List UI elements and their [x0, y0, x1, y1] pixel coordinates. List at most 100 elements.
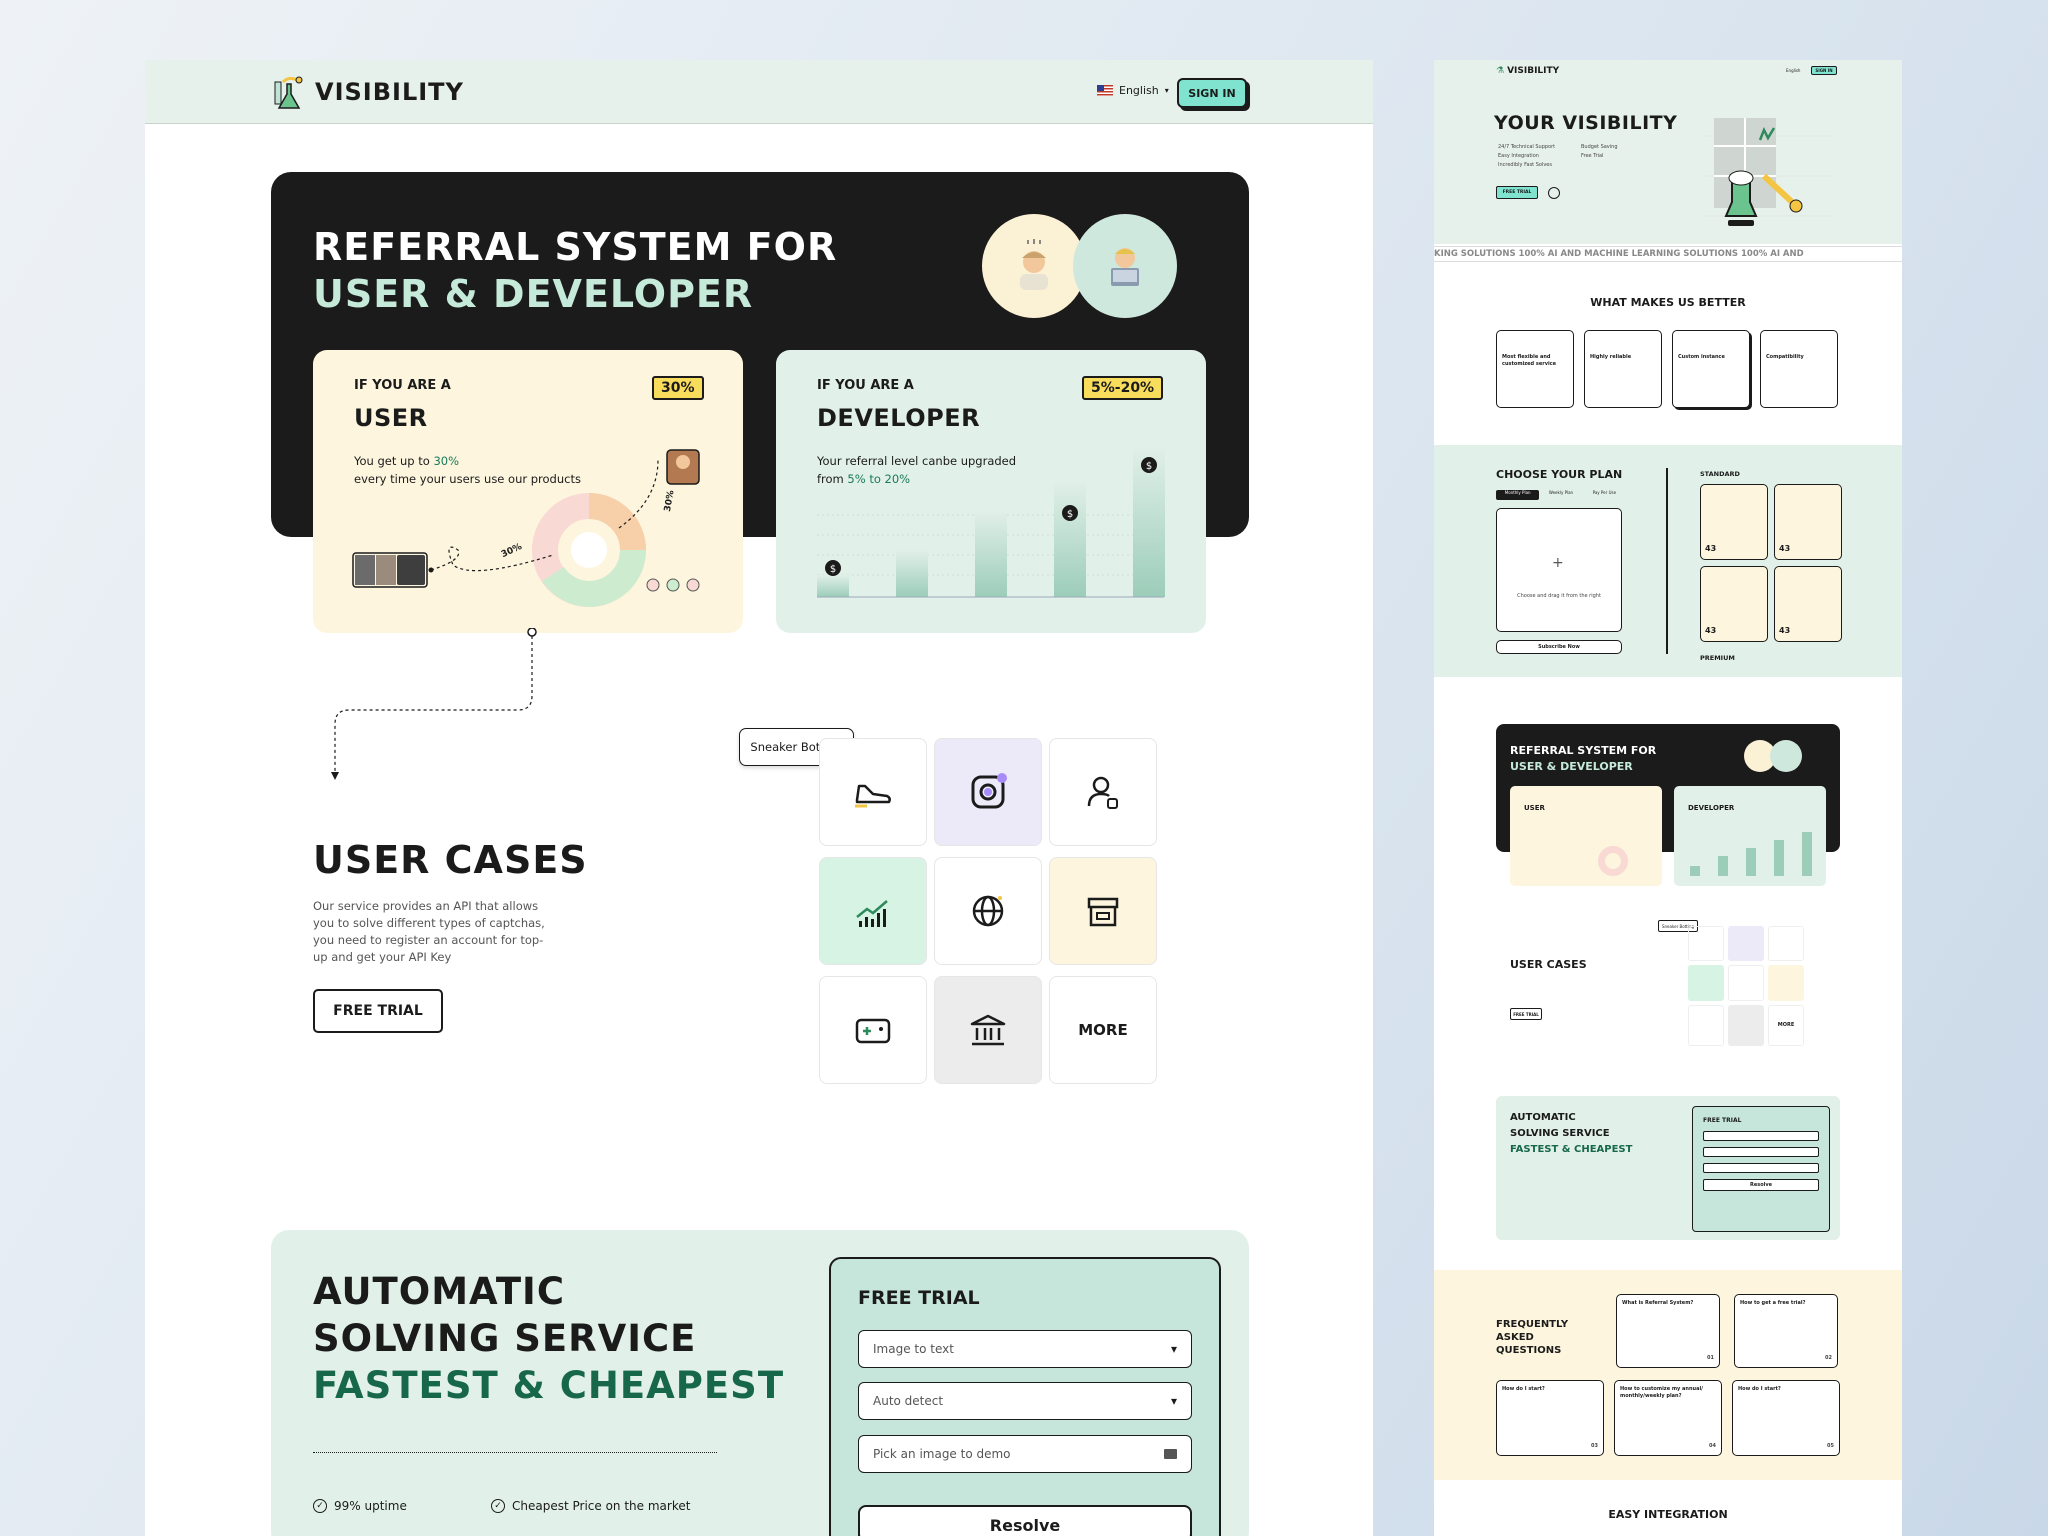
- discord-icon[interactable]: [1548, 187, 1560, 199]
- subscribe-button[interactable]: Subscribe Now: [1496, 640, 1622, 654]
- developer-level-chart: $ $ $: [817, 445, 1165, 598]
- overview-trial-form: FREE TRIAL Resolve: [1692, 1106, 1830, 1232]
- flask-logo-icon: [273, 74, 305, 110]
- mode-select-value: Image to text: [873, 1342, 954, 1356]
- feature-uptime-label: 99% uptime: [334, 1499, 407, 1513]
- faq-card[interactable]: How do I start? 03: [1496, 1380, 1604, 1456]
- free-trial-button[interactable]: FREE TRIAL: [313, 989, 443, 1033]
- brand-logo[interactable]: VISIBILITY: [273, 74, 464, 110]
- overview-resolve-button[interactable]: Resolve: [1703, 1179, 1819, 1191]
- overview-dev-chart: [1690, 832, 1812, 876]
- tile-bank[interactable]: [934, 976, 1042, 1084]
- main-landing-page: VISIBILITY English ▾ SIGN IN REFERRAL SY…: [145, 60, 1373, 1536]
- image-upload-field[interactable]: Pick an image to demo: [858, 1435, 1192, 1473]
- sneaker-icon: [855, 784, 891, 808]
- plan-tab-monthly[interactable]: Monthly Plan: [1496, 490, 1540, 500]
- chart-growth-icon[interactable]: [1688, 965, 1724, 1001]
- overview-marquee: KING SOLUTIONS 100% AI AND MACHINE LEARN…: [1434, 246, 1902, 262]
- instagram-icon: [971, 773, 1007, 809]
- check-circle-icon: ✓: [491, 1499, 505, 1513]
- plan-scrollbar[interactable]: [1666, 468, 1668, 654]
- language-detect-select[interactable]: Auto detect ▾: [858, 1382, 1192, 1420]
- tile-analytics[interactable]: [819, 857, 927, 965]
- better-card: Highly reliable: [1584, 330, 1662, 408]
- overview-brand: ⚗ VISIBILITY: [1496, 66, 1559, 76]
- bank-icon[interactable]: [1728, 1004, 1764, 1046]
- sneaker-icon[interactable]: [1688, 926, 1724, 962]
- plan-price: 43: [1779, 626, 1791, 635]
- better-card-title: Highly reliable: [1590, 354, 1632, 360]
- overview-signin-button[interactable]: SIGN IN: [1811, 66, 1837, 75]
- overview-user-card: USER: [1510, 786, 1662, 886]
- plan-title: CHOOSE YOUR PLAN: [1496, 468, 1623, 481]
- language-selector[interactable]: English ▾: [1097, 84, 1169, 97]
- user-cases-description: Our service provides an API that allows …: [313, 899, 545, 964]
- tile-gaming[interactable]: [819, 976, 927, 1084]
- user-avatar-icon: [982, 214, 1086, 318]
- overview-trial-select[interactable]: [1703, 1147, 1819, 1157]
- tile-more[interactable]: MORE: [1049, 976, 1157, 1084]
- overview-auto-title1: AUTOMATIC: [1510, 1112, 1576, 1123]
- chart-growth-icon: [856, 900, 888, 927]
- plan-tab-weekly[interactable]: Weekly Plan: [1539, 490, 1582, 500]
- resolve-button[interactable]: Resolve: [858, 1505, 1192, 1536]
- faq-card[interactable]: How to customize my annual/ monthly/week…: [1614, 1380, 1722, 1456]
- user-account-icon[interactable]: [1768, 926, 1804, 962]
- better-card-title: Compatibility: [1766, 354, 1804, 360]
- plan-tab-payperuse[interactable]: Pay Per Use: [1583, 490, 1626, 500]
- plan-price: 43: [1705, 544, 1717, 553]
- chevron-down-icon: ▾: [1170, 1342, 1177, 1356]
- check-circle-icon: ✓: [313, 1499, 327, 1513]
- tile-instagram[interactable]: [934, 738, 1042, 846]
- instagram-icon[interactable]: [1728, 926, 1764, 962]
- plus-icon: +: [1552, 555, 1564, 571]
- gamepad-icon[interactable]: [1688, 1004, 1724, 1046]
- donut-chart: [532, 493, 646, 608]
- overview-trial-upload[interactable]: [1703, 1163, 1819, 1173]
- svg-text:$: $: [1067, 509, 1073, 520]
- auto-title-line1: AUTOMATIC: [313, 1270, 565, 1313]
- plan-dropzone-hint: Choose and drag it from the right: [1517, 593, 1601, 599]
- sign-in-button[interactable]: SIGN IN: [1177, 78, 1247, 108]
- folder-upload-icon: [1164, 1449, 1177, 1459]
- chevron-down-icon: ▾: [1170, 1394, 1177, 1408]
- faq-question: How to customize my annual/ monthly/week…: [1620, 1386, 1704, 1399]
- tile-store[interactable]: [1049, 857, 1157, 965]
- tile-web[interactable]: [934, 857, 1042, 965]
- plan-price: 43: [1779, 544, 1791, 553]
- referral-title-line1: REFERRAL SYSTEM FOR: [313, 225, 838, 269]
- tile-account[interactable]: [1049, 738, 1157, 846]
- overview-language[interactable]: English: [1786, 68, 1800, 73]
- globe-icon: [972, 895, 1004, 927]
- store-icon: [1087, 897, 1119, 927]
- faq-card[interactable]: How to get a free trial? 02: [1734, 1294, 1838, 1368]
- upload-placeholder: Pick an image to demo: [873, 1447, 1011, 1461]
- flask-logo-icon: ⚗: [1496, 66, 1505, 76]
- mode-select[interactable]: Image to text ▾: [858, 1330, 1192, 1368]
- donut-chart: [1598, 846, 1628, 876]
- overview-trial-select[interactable]: [1703, 1131, 1819, 1141]
- better-card-title: Custom instance: [1678, 354, 1725, 360]
- more-tile[interactable]: MORE: [1768, 1004, 1804, 1046]
- plan-dropzone[interactable]: + Choose and drag it from the right: [1496, 508, 1622, 632]
- better-card: Compatibility: [1760, 330, 1838, 408]
- store-icon[interactable]: [1768, 965, 1804, 1001]
- bank-icon: [970, 1014, 1006, 1046]
- plan-price: 43: [1705, 626, 1717, 635]
- faq-card[interactable]: What is Referral System? 01: [1616, 1294, 1720, 1368]
- auto-title-line2: SOLVING SERVICE: [313, 1317, 697, 1360]
- plan-card[interactable]: 43: [1774, 484, 1842, 560]
- overview-hero-cta[interactable]: FREE TRIAL: [1496, 186, 1538, 199]
- overview-auto-title2: SOLVING SERVICE: [1510, 1128, 1610, 1139]
- plan-card[interactable]: 43: [1700, 566, 1768, 642]
- hero-feature: Free Trial: [1581, 153, 1604, 159]
- globe-icon[interactable]: [1728, 965, 1764, 1001]
- user-referral-card: IF YOU ARE A USER 30% You get up to 30% …: [313, 350, 743, 633]
- overview-cases-cta[interactable]: FREE TRIAL: [1510, 1008, 1542, 1020]
- faq-card[interactable]: How do I start? 05: [1732, 1380, 1840, 1456]
- hero-feature: Incredibly Fast Solves: [1498, 162, 1552, 168]
- plan-card[interactable]: 43: [1700, 484, 1768, 560]
- tile-sneaker[interactable]: [819, 738, 927, 846]
- top-navigation: VISIBILITY English ▾ SIGN IN: [145, 60, 1373, 124]
- plan-card[interactable]: 43: [1774, 566, 1842, 642]
